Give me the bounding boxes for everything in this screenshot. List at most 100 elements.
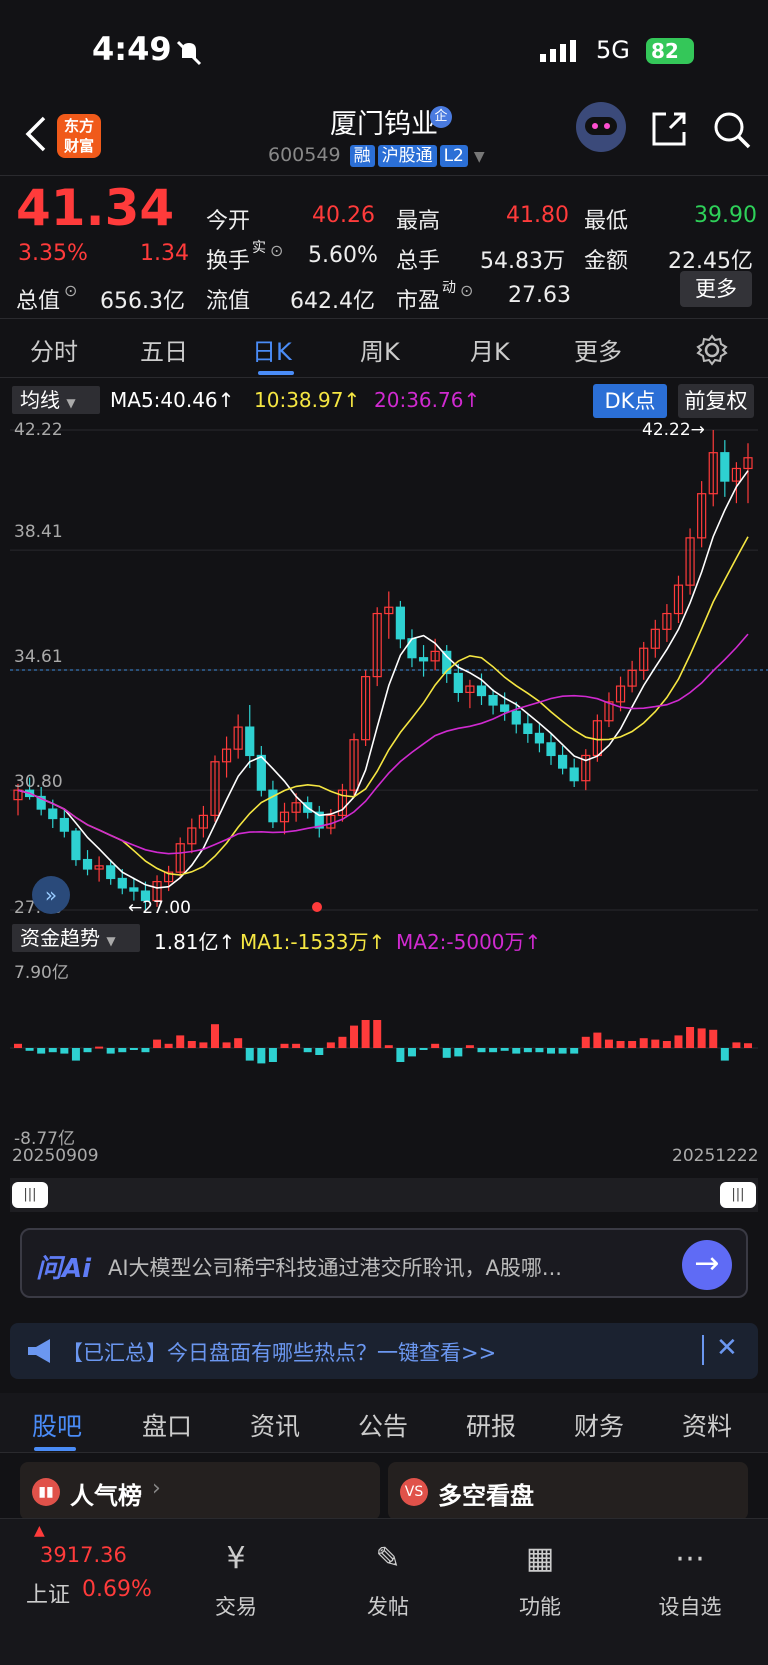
ai-send-arrow-icon[interactable]: → <box>682 1240 732 1290</box>
index-value[interactable]: 3917.36 <box>40 1543 127 1567</box>
event-dot[interactable] <box>312 902 322 912</box>
fund-axis-top: 7.90亿 <box>14 963 69 983</box>
ai-question-box[interactable]: 问Ai AI大模型公司稀宇科技通过港交所聆讯，A股哪... → <box>20 1228 748 1298</box>
enterprise-badge-icon: 企 <box>430 106 452 128</box>
price-axis-label: 38.41 <box>14 522 63 542</box>
expand-down-icon[interactable]: ▼ <box>474 149 485 165</box>
candle-body <box>546 742 556 757</box>
fund-bar <box>593 1032 602 1048</box>
chevron-right-icon: › <box>152 1476 161 1501</box>
slider-left-handle[interactable]: ||| <box>12 1182 48 1208</box>
post-pencil-icon[interactable]: ✎ <box>338 1541 438 1576</box>
candle-body <box>476 685 487 697</box>
indicator-select[interactable]: 均线 ▼ <box>12 386 100 414</box>
fund-bar <box>477 1048 486 1053</box>
candle-body <box>245 726 255 757</box>
share-icon[interactable] <box>650 110 688 148</box>
notice-text: 【已汇总】今日盘面有哪些热点？一键查看>> <box>62 1341 497 1365</box>
bottom-nav: ▲ 3917.36 上证 0.69% ¥ 交易 ✎ 发帖 ▦ 功能 ⋯ 设自选 <box>0 1518 768 1665</box>
tag-connect: 沪股通 <box>377 145 437 167</box>
index-name[interactable]: 上证 <box>26 1577 70 1609</box>
index-pct[interactable]: 0.69% <box>82 1577 152 1602</box>
fund-bar <box>616 1041 625 1048</box>
tab-monthly-k[interactable]: 月K <box>470 332 510 367</box>
app-root: { "status": {"time": "4:49", "network": … <box>0 0 768 1665</box>
stock-header: 东方财富 厦门钨业 企 600549 融沪股通 L2 ▼ <box>0 100 768 176</box>
nav-functions[interactable]: 功能 <box>490 1591 590 1621</box>
info-icon[interactable]: ⊙ <box>64 281 77 300</box>
assistant-avatar[interactable] <box>576 102 626 152</box>
fund-indicator-select[interactable]: 资金趋势 ▼ <box>12 924 140 952</box>
popularity-card[interactable]: ▮▮ 人气榜 › <box>20 1462 380 1520</box>
chart-bars-icon: ▮▮ <box>32 1478 60 1506</box>
price-axis-label: 34.61 <box>14 647 63 667</box>
candle-body <box>117 877 127 889</box>
tab-finance[interactable]: 财务 <box>574 1407 624 1443</box>
fund-bar <box>48 1048 57 1053</box>
fund-bar <box>732 1042 741 1048</box>
fund-bar <box>674 1035 683 1048</box>
trade-yen-icon[interactable]: ¥ <box>186 1541 286 1576</box>
settings-gear-icon[interactable] <box>696 334 728 366</box>
tab-forum[interactable]: 股吧 <box>32 1407 82 1443</box>
ma5-line <box>17 470 749 889</box>
fund-bar <box>199 1042 208 1048</box>
turnover-info-icon[interactable]: ⊙ <box>270 241 283 260</box>
pe-info-icon[interactable]: ⊙ <box>460 281 473 300</box>
subtab-underline <box>34 1447 76 1451</box>
tab-order-book[interactable]: 盘口 <box>142 1407 192 1443</box>
range-slider[interactable]: ||| ||| <box>10 1178 758 1212</box>
more-button[interactable]: 更多 <box>680 271 752 307</box>
search-icon[interactable] <box>712 110 752 150</box>
float-cap: 642.4亿 <box>290 289 375 314</box>
fund-bar <box>651 1039 660 1048</box>
tab-profile[interactable]: 资料 <box>682 1407 732 1443</box>
candlestick-chart[interactable] <box>0 420 768 920</box>
fund-bar <box>234 1038 243 1048</box>
fund-bar <box>407 1048 416 1057</box>
nav-post[interactable]: 发帖 <box>338 1591 438 1621</box>
close-icon[interactable]: ✕ <box>716 1333 738 1363</box>
tab-more[interactable]: 更多 <box>574 332 622 367</box>
candle-body <box>82 858 93 870</box>
nav-add-watchlist[interactable]: 设自选 <box>640 1591 740 1621</box>
adjust-button[interactable]: 前复权 <box>678 384 754 418</box>
amount-label: 金额 <box>584 249 629 274</box>
low-value: 39.90 <box>694 203 757 228</box>
nav-trade[interactable]: 交易 <box>186 1591 286 1621</box>
network-type: 5G <box>596 36 630 64</box>
candle-body <box>558 754 568 769</box>
tab-intraday[interactable]: 分时 <box>30 332 78 367</box>
candle-body <box>59 817 69 832</box>
ma10-value: 10:38.97↑ <box>254 388 361 412</box>
candle-body <box>523 723 533 734</box>
tab-daily-k[interactable]: 日K <box>252 332 292 367</box>
watchlist-dots-icon[interactable]: ⋯ <box>640 1541 740 1576</box>
tab-news[interactable]: 资讯 <box>250 1407 300 1443</box>
bull-bear-card[interactable]: VS 多空看盘 <box>388 1462 748 1520</box>
notice-banner[interactable]: 【已汇总】今日盘面有哪些热点？一键查看>> ✕ <box>10 1323 758 1379</box>
fund-bar <box>118 1048 127 1053</box>
fund-bar <box>338 1036 347 1048</box>
candle-body <box>488 694 498 706</box>
open-label: 今开 <box>206 209 251 234</box>
tab-announcements[interactable]: 公告 <box>358 1407 408 1443</box>
fund-bar <box>106 1048 115 1054</box>
expand-chevrons-icon[interactable]: » <box>32 876 70 914</box>
fund-trend-chart[interactable] <box>0 956 768 1144</box>
dk-point-button[interactable]: DK点 <box>593 384 667 418</box>
candle-body <box>71 830 81 861</box>
tab-research[interactable]: 研报 <box>466 1407 516 1443</box>
tab-weekly-k[interactable]: 周K <box>360 332 400 367</box>
candle-body <box>395 606 405 640</box>
bull-bear-title: 多空看盘 <box>438 1482 534 1510</box>
fund-bar <box>547 1048 556 1054</box>
fund-bar <box>639 1038 648 1048</box>
tab-five-day[interactable]: 五日 <box>140 332 188 367</box>
fund-bar <box>744 1043 752 1048</box>
slider-right-handle[interactable]: ||| <box>720 1182 756 1208</box>
grid-apps-icon[interactable]: ▦ <box>490 1541 590 1576</box>
fund-bar <box>303 1048 312 1053</box>
total-cap: 656.3亿 <box>100 289 185 314</box>
fund-bar <box>176 1035 185 1048</box>
